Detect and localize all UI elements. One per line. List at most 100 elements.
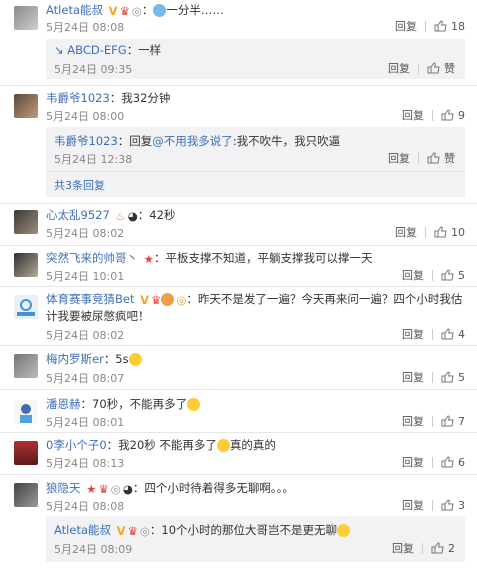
reply-button[interactable]: 回复 [395,18,417,34]
reply-button[interactable]: 回复 [388,150,410,166]
like-icon[interactable] [431,542,444,554]
username-link[interactable]: 韦爵爷1023 [54,134,118,148]
comment-text: ：5s [103,352,129,366]
comment-body: 突然飞来的帅哥丶 ★：平板支撑不知道，平躺支撑我可以撑一天 [46,250,465,267]
like-count: 4 [458,327,465,341]
username-link[interactable]: 梅内罗斯er [46,352,104,366]
separator [432,499,433,511]
emoji-icon [187,398,201,411]
reply-box: ↘ ABCD-EFG：一样 5月24日 09:35 回复 赞 [46,39,465,79]
comment-body: 体育赛事竞猜Bet V ♛ ◎：昨天不是发了一遍？今天再来问一遍？四个小时我估计我要… [46,291,464,324]
reply-body: 韦爵爷1023：回复@不用我多说了:我不吹牛，我只吹逼 [54,133,455,149]
reply-button[interactable]: 回复 [402,326,424,342]
reply-text: :我不吹牛，我只吹逼 [232,134,341,148]
yobo-logo-icon [17,299,35,316]
separator [432,269,433,281]
reply-button[interactable]: 回复 [392,540,414,556]
reply-button[interactable]: 回复 [395,224,417,240]
username-link[interactable]: 体育赛事竞猜Bet [46,292,134,306]
avatar[interactable] [14,295,38,319]
like-icon[interactable] [441,371,454,383]
avatar[interactable] [14,94,38,118]
like-icon[interactable] [441,328,454,340]
verified-icon: V [116,523,126,538]
avatar[interactable] [14,354,38,378]
avatar[interactable] [14,6,38,30]
mention-link[interactable]: @不用我多说了 [152,134,233,148]
comment-text: ： [141,3,154,17]
reply-button[interactable]: 回复 [402,497,424,513]
cartoon-avatar-icon [20,404,32,423]
like-count: 10 [451,225,465,239]
username-link[interactable]: Atleta能叔 [54,523,111,537]
star-icon: ★ [86,481,97,496]
username-link[interactable]: 突然飞来的帅哥丶 [46,251,138,265]
emoji-icon [153,4,167,17]
username-link[interactable]: 潘恩赫 [46,397,81,411]
separator [432,328,433,340]
username-link[interactable]: Atleta能叔 [46,3,103,17]
like-icon[interactable] [427,152,440,164]
avatar[interactable] [14,441,38,465]
avatar[interactable] [14,400,38,424]
like-count: 5 [458,268,465,282]
like-icon[interactable] [441,109,454,121]
timestamp: 5月24日 08:02 [46,329,125,342]
like-icon[interactable] [427,62,440,74]
timestamp: 5月24日 08:01 [46,416,125,429]
like-count: 3 [458,498,465,512]
reply-button[interactable]: 回复 [402,413,424,429]
reply-button[interactable]: 回复 [402,454,424,470]
like-button[interactable]: 赞 [444,60,455,76]
like-icon[interactable] [434,226,447,238]
comment-text: ：我20秒 不能再多了 [106,438,217,452]
like-button[interactable]: 赞 [444,150,455,166]
vip-badge-icon: ♛ [127,523,138,538]
separator [432,415,433,427]
timestamp: 5月24日 12:38 [54,153,133,166]
verified-icon: V [140,292,150,307]
like-count: 6 [458,455,465,469]
divider [0,203,477,204]
avatar[interactable] [14,253,38,277]
comment-body: 潘恩赫：70秒，不能再多了 [46,396,465,412]
like-count: 2 [448,541,455,555]
timestamp: 5月24日 08:02 [46,227,125,240]
username-link[interactable]: 狼隐天 [46,481,81,495]
separator [432,109,433,121]
timestamp: 5月24日 08:00 [46,110,125,123]
divider [46,171,465,172]
avatar[interactable] [14,210,38,234]
like-icon[interactable] [441,456,454,468]
separator [422,542,423,554]
timestamp: 5月24日 08:08 [46,21,125,34]
more-replies-link[interactable]: 共3条回复 [54,177,105,193]
like-icon[interactable] [441,269,454,281]
username-link[interactable]: 韦爵爷1023 [46,91,110,105]
reply-text: ：一样 [126,43,162,57]
comment-text: ：70秒，不能再多了 [80,397,188,411]
like-icon[interactable] [434,20,447,32]
divider [0,245,477,246]
comment-body: 0李小个子0：我20秒 不能再多了 真的真的 [46,437,465,453]
like-count: 7 [458,414,465,428]
username-link[interactable]: 心太乱9527 [46,208,110,222]
like-icon[interactable] [441,499,454,511]
reply-button[interactable]: 回复 [402,267,424,283]
separator [432,456,433,468]
reply-button[interactable]: 回复 [402,107,424,123]
reply-body: ↘ ABCD-EFG：一样 [54,42,455,58]
avatar[interactable] [14,483,38,507]
timestamp: 5月24日 08:07 [46,372,125,385]
username-link[interactable]: 0李小个子0 [46,438,107,452]
like-count: 18 [451,19,465,33]
medal-icon: ◎ [110,481,121,496]
divider [0,286,477,287]
username-link[interactable]: ABCD-EFG [67,43,126,57]
timestamp: 5月24日 08:08 [46,500,125,513]
like-icon[interactable] [441,415,454,427]
reply-button[interactable]: 回复 [388,60,410,76]
comment-text-tail: 真的真的 [229,438,276,452]
divider [0,474,477,475]
reply-button[interactable]: 回复 [402,369,424,385]
